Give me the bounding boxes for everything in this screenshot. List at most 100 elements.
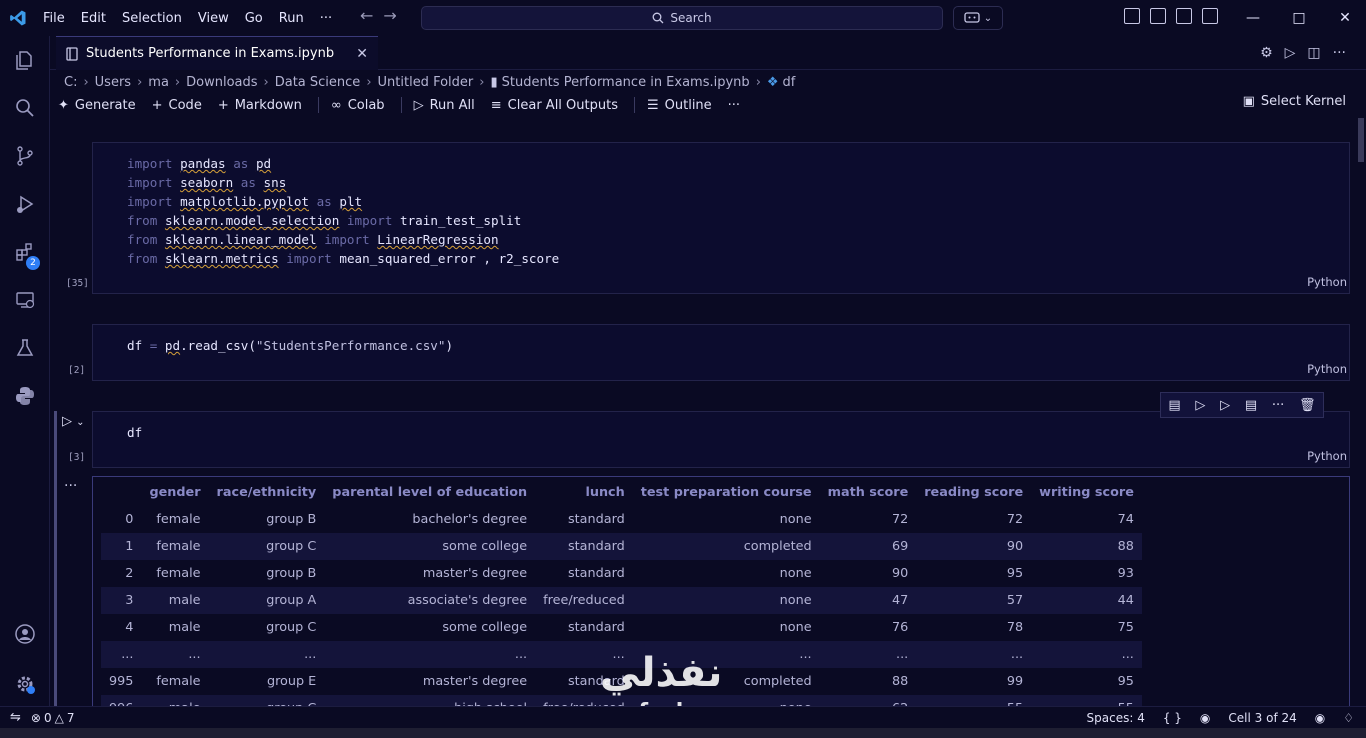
run-cell-button[interactable]: ▷ ⌄	[62, 414, 85, 429]
table-cell: 88	[1031, 533, 1142, 560]
close-window-icon[interactable]: ✕	[1322, 0, 1366, 36]
breadcrumb-item[interactable]: ma	[148, 75, 169, 90]
delete-cell-icon[interactable]: 🗑	[1299, 398, 1316, 413]
accounts-icon[interactable]	[0, 610, 50, 658]
table-cell: standard	[568, 512, 625, 527]
settings-gear-icon[interactable]: ⚙	[1260, 45, 1273, 61]
copilot-status-icon[interactable]: ◉	[1200, 711, 1210, 725]
problems-indicator[interactable]: ⊗ 0 △ 7	[31, 711, 75, 725]
breadcrumb-item[interactable]: Students Performance in Exams.ipynb	[502, 75, 750, 90]
table-row: 4 male group C some college standard none 76 78…	[101, 614, 1142, 641]
close-tab-icon[interactable]: ✕	[356, 46, 368, 62]
menu-go[interactable]: Go	[238, 11, 272, 26]
remote-indicator-icon[interactable]: ⇋	[10, 710, 21, 725]
colab-button[interactable]: ∞ Colab	[331, 98, 385, 113]
menu-edit[interactable]: Edit	[74, 11, 115, 26]
breadcrumb-item[interactable]: Users	[95, 75, 131, 90]
table-cell: 62	[819, 695, 917, 706]
back-arrow-icon[interactable]: ←	[360, 6, 373, 25]
menu-selection[interactable]: Selection	[115, 11, 191, 26]
column-header: math score	[827, 485, 909, 500]
copilot-button[interactable]: ⌄	[953, 6, 1003, 30]
execute-above-icon[interactable]: ▤	[1168, 398, 1180, 413]
table-cell: 69	[819, 533, 917, 560]
code-cell-imports[interactable]: import pandas as pd import seaborn as sn…	[92, 142, 1350, 294]
select-kernel-button[interactable]: ▣ Select Kernel	[1243, 94, 1346, 109]
toolbar-more-button[interactable]: ···	[728, 98, 740, 113]
add-code-cell-button[interactable]: + Code	[152, 98, 202, 113]
notifications-bell-icon[interactable]: ♢	[1343, 711, 1354, 725]
code-editor[interactable]: import pandas as pd import seaborn as sn…	[93, 143, 1349, 268]
feedback-icon[interactable]: ◉	[1315, 711, 1325, 725]
toggle-primary-sidebar-icon[interactable]	[1150, 8, 1166, 24]
manage-gear-icon[interactable]	[0, 660, 50, 708]
run-play-icon[interactable]: ▷	[1285, 45, 1296, 61]
cell-position-indicator[interactable]: Cell 3 of 24	[1228, 711, 1296, 725]
code-cell-read-csv[interactable]: df = pd.read_csv("StudentsPerformance.cs…	[92, 324, 1350, 381]
editor-scrollbar[interactable]	[1356, 118, 1366, 706]
scrollbar-thumb[interactable]	[1358, 118, 1364, 162]
language-braces-indicator[interactable]: { }	[1163, 711, 1182, 725]
execute-above-cells-icon[interactable]: ▷	[1220, 398, 1230, 413]
execute-cell-and-below-icon[interactable]: ▷	[1195, 398, 1205, 413]
chevron-down-icon[interactable]: ⌄	[76, 417, 84, 428]
run-all-button[interactable]: ▷ Run All	[414, 98, 475, 113]
code-editor[interactable]: df = pd.read_csv("StudentsPerformance.cs…	[93, 325, 1349, 355]
breadcrumb-item[interactable]: C:	[64, 75, 77, 90]
cell-more-icon[interactable]: ···	[1272, 398, 1284, 413]
tab-notebook[interactable]: Students Performance in Exams.ipynb ✕	[56, 36, 378, 70]
command-center-search[interactable]: Search	[421, 6, 943, 30]
generate-button[interactable]: ✦ Generate	[58, 98, 136, 113]
toggle-panel-icon[interactable]	[1176, 8, 1192, 24]
table-cell: male	[141, 695, 209, 706]
cell-language-label[interactable]: Python	[1307, 362, 1347, 376]
clear-all-outputs-button[interactable]: ≡ Clear All Outputs	[491, 98, 618, 113]
split-editor-icon[interactable]: ◫	[1307, 45, 1320, 61]
breadcrumb-chevron-icon: ›	[174, 74, 181, 90]
table-cell: 99	[1006, 674, 1024, 689]
breadcrumb-item[interactable]: Data Science	[275, 75, 361, 90]
extensions-icon[interactable]: 2	[0, 228, 50, 276]
column-header: gender	[149, 485, 201, 500]
breadcrumb-item[interactable]: Downloads	[186, 75, 257, 90]
cell-language-label[interactable]: Python	[1307, 449, 1347, 463]
forward-arrow-icon[interactable]: →	[383, 6, 396, 25]
add-markdown-cell-button[interactable]: + Markdown	[218, 98, 302, 113]
breadcrumb-chevron-icon: ›	[366, 74, 372, 90]
table-cell: none	[779, 566, 812, 581]
code-cell-df[interactable]: df Python	[92, 411, 1350, 468]
menu-view[interactable]: View	[191, 11, 238, 26]
breadcrumb-file-icon: ▮	[490, 74, 498, 90]
minimize-icon[interactable]: —	[1230, 0, 1276, 36]
indentation-indicator[interactable]: Spaces: 4	[1087, 711, 1145, 725]
menu-run[interactable]: Run	[272, 11, 313, 26]
python-icon[interactable]	[0, 372, 50, 420]
outline-button[interactable]: ☰ Outline	[647, 98, 712, 113]
breadcrumb-item[interactable]: df	[783, 75, 796, 90]
status-bar: ⇋ ⊗ 0 △ 7 Spaces: 4 { } ◉ Cell 3 of 24 ◉ ♢	[0, 706, 1366, 728]
menu-more[interactable]: ···	[313, 11, 341, 26]
source-control-icon[interactable]	[0, 132, 50, 180]
toggle-secondary-sidebar-icon[interactable]	[1202, 8, 1218, 24]
cell-language-label[interactable]: Python	[1307, 275, 1347, 289]
table-cell: standard	[568, 674, 625, 689]
remote-explorer-icon[interactable]	[0, 276, 50, 324]
table-row: 3 male group Aassociate's degree free/reduc…	[101, 587, 1142, 614]
testing-icon[interactable]	[0, 324, 50, 372]
table-cell: group C	[208, 533, 325, 560]
more-actions-icon[interactable]: ···	[1333, 45, 1346, 61]
colab-icon: ∞	[330, 97, 342, 113]
split-cell-icon[interactable]: ▤	[1245, 398, 1257, 413]
maximize-icon[interactable]: □	[1276, 0, 1322, 36]
customize-layout-icon[interactable]	[1124, 8, 1140, 24]
table-header-row: gender race/ethnicity parental level of …	[101, 479, 1142, 506]
table-cell: group A	[208, 587, 325, 614]
menu-file[interactable]: File	[36, 11, 74, 26]
search-sidebar-icon[interactable]	[0, 84, 50, 132]
output-more-icon[interactable]: ···	[64, 478, 77, 494]
editor-tab-row: Students Performance in Exams.ipynb ✕ ⚙ …	[50, 36, 1366, 70]
explorer-icon[interactable]	[0, 36, 50, 84]
table-row: ...........................	[101, 641, 1142, 668]
run-debug-icon[interactable]	[0, 180, 50, 228]
breadcrumb-item[interactable]: Untitled Folder	[378, 75, 474, 90]
